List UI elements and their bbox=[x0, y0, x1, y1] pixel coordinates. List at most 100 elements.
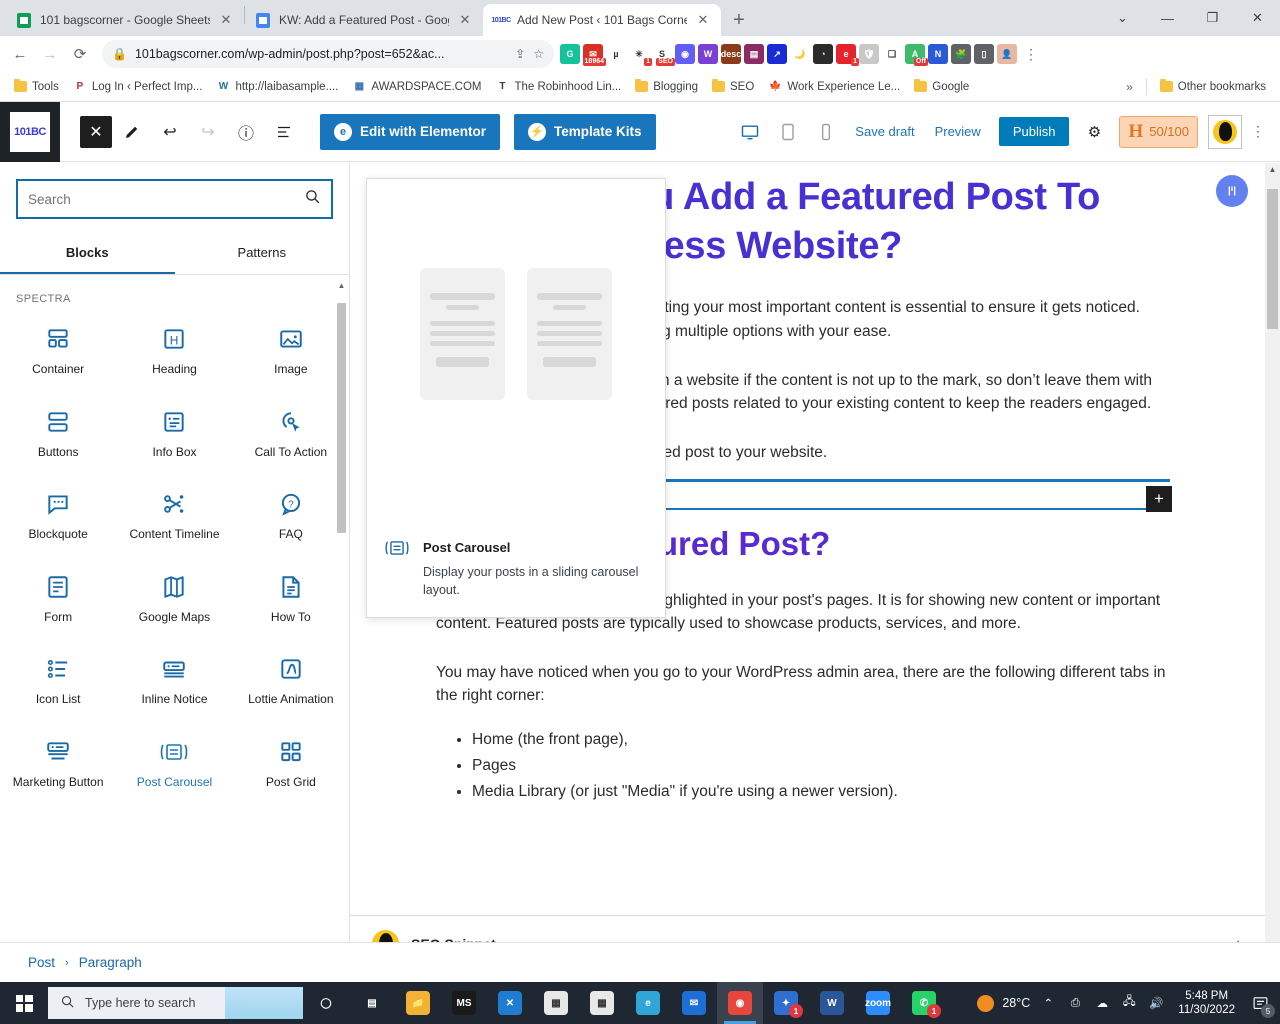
taskbar-mail-icon[interactable]: ✉ bbox=[671, 982, 717, 1024]
edit-with-elementor-button[interactable]: e Edit with Elementor bbox=[320, 113, 501, 150]
block-item-image[interactable]: Image bbox=[233, 311, 349, 394]
close-icon[interactable]: ✕ bbox=[695, 12, 711, 28]
taskbar-office-icon[interactable]: ▦ bbox=[579, 982, 625, 1024]
block-item-form[interactable]: Form bbox=[0, 559, 116, 642]
desktop-icon[interactable] bbox=[733, 115, 767, 149]
elementor-badge-icon[interactable] bbox=[1216, 175, 1248, 207]
gear-icon[interactable]: ⚙ bbox=[1079, 117, 1109, 147]
ubersuggest-extension[interactable]: ◔ bbox=[813, 44, 833, 64]
bookmark-item[interactable]: T The Robinhood Lin... bbox=[489, 77, 627, 97]
profile-avatar[interactable]: 👤 bbox=[997, 44, 1017, 64]
block-item-call-to-action[interactable]: Call To Action bbox=[233, 394, 349, 477]
forward-icon[interactable]: → bbox=[36, 40, 64, 68]
similarweb-extension[interactable]: ✳ 1 bbox=[629, 44, 652, 66]
block-item-container[interactable]: Container bbox=[0, 311, 116, 394]
gmail-checker-extension[interactable]: ✉ 18964 bbox=[582, 44, 606, 66]
taskbar-whatsapp-icon[interactable]: ✆ 1 bbox=[901, 982, 947, 1024]
tablet-icon[interactable] bbox=[771, 115, 805, 149]
minimize-button[interactable]: — bbox=[1145, 2, 1190, 34]
network-icon[interactable]: 🖧 bbox=[1120, 993, 1138, 1013]
reload-icon[interactable]: ⟳ bbox=[66, 40, 94, 68]
browser-tab-1[interactable]: 101 bagscorner - Google Sheets ✕ bbox=[6, 4, 244, 36]
breadcrumb-item-paragraph[interactable]: Paragraph bbox=[79, 955, 142, 970]
block-item-icon-list[interactable]: Icon List bbox=[0, 641, 116, 724]
block-item-lottie-animation[interactable]: Lottie Animation bbox=[233, 641, 349, 724]
side-panel-icon[interactable]: ▯ bbox=[974, 44, 994, 64]
list-item[interactable]: Media Library (or just "Media" if you're… bbox=[472, 780, 1170, 803]
bookmark-item[interactable]: P Log In ‹ Perfect Imp... bbox=[67, 77, 209, 97]
block-item-post-grid[interactable]: Post Grid bbox=[233, 724, 349, 807]
address-bar[interactable]: 🔒 101bagscorner.com/wp-admin/post.php?po… bbox=[102, 40, 554, 68]
site-logo-button[interactable]: 101BC bbox=[0, 101, 60, 162]
back-icon[interactable]: ← bbox=[6, 40, 34, 68]
hunter-extension[interactable]: e1 bbox=[836, 44, 859, 66]
scroll-up-arrow-icon[interactable]: ▲ bbox=[1265, 165, 1280, 174]
undo-icon[interactable]: ↩ bbox=[152, 114, 188, 150]
block-item-google-maps[interactable]: Google Maps bbox=[116, 559, 232, 642]
bookmark-item[interactable]: 🍁 Work Experience Le... bbox=[762, 77, 906, 97]
block-item-content-timeline[interactable]: Content Timeline bbox=[116, 476, 232, 559]
tab-patterns[interactable]: Patterns bbox=[175, 235, 350, 274]
bookmark-star-icon[interactable]: ☆ bbox=[533, 47, 544, 61]
block-item-inline-notice[interactable]: Inline Notice bbox=[116, 641, 232, 724]
grammarly-extension[interactable]: G bbox=[560, 44, 580, 64]
list-view-icon[interactable] bbox=[266, 114, 302, 150]
block-item-how-to[interactable]: How To bbox=[233, 559, 349, 642]
block-item-heading[interactable]: H Heading bbox=[116, 311, 232, 394]
semrush-extension[interactable]: 🌙 bbox=[790, 44, 810, 64]
search-box[interactable] bbox=[16, 179, 333, 219]
close-window-button[interactable]: ✕ bbox=[1235, 2, 1280, 34]
taskbar-search-box[interactable]: Type here to search bbox=[48, 987, 303, 1019]
taskbar-google-chrome-icon[interactable]: ◉ bbox=[717, 982, 763, 1024]
scrollbar-thumb[interactable] bbox=[337, 303, 346, 533]
close-icon[interactable]: ✕ bbox=[457, 12, 473, 28]
preview-button[interactable]: Preview bbox=[927, 124, 989, 139]
keywords-everywhere-extension[interactable]: µ bbox=[606, 44, 626, 64]
bookmark-item[interactable]: SEO bbox=[706, 78, 760, 96]
moz-bar-extension[interactable]: ▤ bbox=[744, 44, 764, 64]
chrome-menu-icon[interactable]: ⋮ bbox=[1019, 42, 1043, 66]
shield-extension[interactable]: 🛡 bbox=[859, 44, 879, 64]
tab-search-chevron-icon[interactable]: ⌄ bbox=[1100, 2, 1145, 34]
taskbar-task-view-icon[interactable]: ▤ bbox=[349, 982, 395, 1024]
seo-score-badge[interactable]: H 50/100 bbox=[1119, 115, 1198, 148]
action-center-icon[interactable]: 5 bbox=[1248, 991, 1275, 1018]
volume-icon[interactable]: 🔊 bbox=[1147, 993, 1165, 1013]
maximize-button[interactable]: ❐ bbox=[1190, 2, 1235, 34]
search-input[interactable] bbox=[28, 191, 304, 207]
redo-icon[interactable]: ↪ bbox=[190, 114, 226, 150]
scrollbar-thumb[interactable] bbox=[1267, 189, 1278, 329]
taskbar-file-explorer-icon[interactable]: 📁 bbox=[395, 982, 441, 1024]
block-item-post-carousel[interactable]: Post Carousel bbox=[116, 724, 232, 807]
info-icon[interactable]: ⓘ bbox=[228, 114, 264, 150]
bookmark-item[interactable]: Google bbox=[908, 78, 975, 96]
tab-blocks[interactable]: Blocks bbox=[0, 235, 175, 274]
share-icon[interactable]: ⇪ bbox=[515, 47, 525, 61]
block-item-buttons[interactable]: Buttons bbox=[0, 394, 116, 477]
block-item-faq[interactable]: ? FAQ bbox=[233, 476, 349, 559]
taskbar-coreldraw-icon[interactable]: MS bbox=[441, 982, 487, 1024]
windows-start-icon[interactable] bbox=[0, 982, 48, 1024]
add-block-button[interactable]: + bbox=[1146, 485, 1172, 512]
other-bookmarks-folder[interactable]: Other bookmarks bbox=[1154, 78, 1272, 96]
taskbar-microsoft-edge-icon[interactable]: e bbox=[625, 982, 671, 1024]
taskbar-ahrefs-icon[interactable]: ✦ 1 bbox=[763, 982, 809, 1024]
taskbar-microsoft-store-icon[interactable]: ▦ bbox=[533, 982, 579, 1024]
bookmark-item[interactable]: Whttp://laibasample.... bbox=[210, 77, 344, 97]
taskbar-microsoft-word-icon[interactable]: W bbox=[809, 982, 855, 1024]
scroll-up-arrow-icon[interactable]: ▲ bbox=[337, 281, 346, 290]
list-item[interactable]: Pages bbox=[472, 754, 1170, 777]
taskbar-vs-code-icon[interactable]: ✕ bbox=[487, 982, 533, 1024]
inserter-scrollbar[interactable]: ▲ bbox=[336, 281, 347, 980]
list-item[interactable]: Home (the front page), bbox=[472, 728, 1170, 751]
analytics-extension[interactable]: ↗ bbox=[767, 44, 787, 64]
weather-widget[interactable]: 28°C bbox=[977, 994, 1030, 1012]
list-block[interactable]: Home (the front page), Pages Media Libra… bbox=[436, 728, 1170, 804]
new-tab-button[interactable]: + bbox=[725, 6, 753, 34]
show-hidden-icons-chevron[interactable]: ⌃ bbox=[1039, 993, 1057, 1013]
taskbar-cortana-icon[interactable]: ◯ bbox=[303, 982, 349, 1024]
breadcrumb-item-post[interactable]: Post bbox=[28, 955, 55, 970]
block-item-marketing-button[interactable]: Marketing Button bbox=[0, 724, 116, 807]
extensions-puzzle-icon[interactable]: 🧩 bbox=[951, 44, 971, 64]
bookmarks-overflow-icon[interactable]: » bbox=[1120, 80, 1139, 94]
